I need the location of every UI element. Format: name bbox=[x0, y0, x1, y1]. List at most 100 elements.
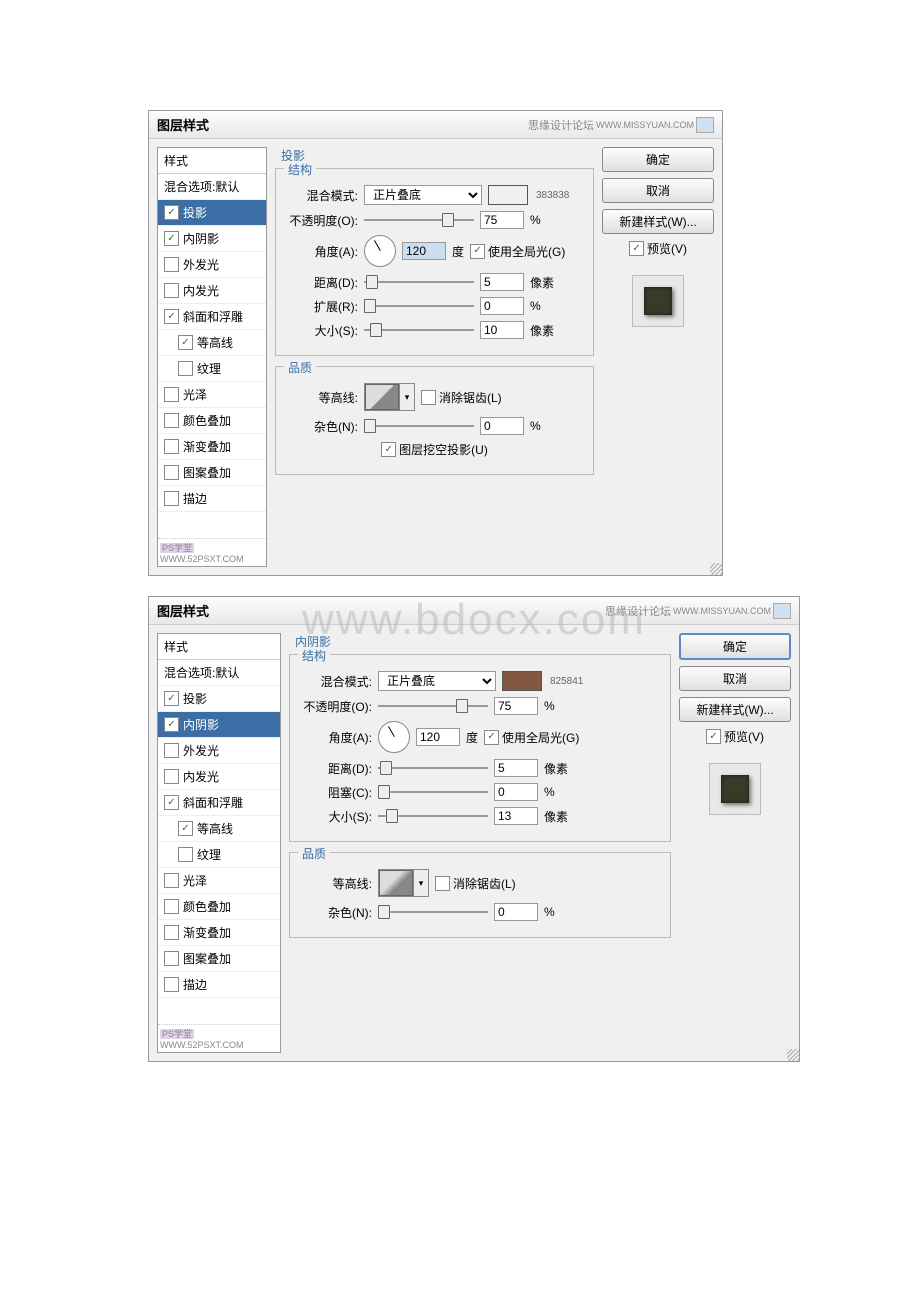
style-item-outer-glow[interactable]: 外发光 bbox=[158, 738, 280, 764]
layer-style-dialog-2: 图层样式 思缘设计论坛 WWW.MISSYUAN.COM www.bdocx.c… bbox=[148, 596, 800, 1062]
style-item-inner-shadow[interactable]: 内阴影 bbox=[158, 712, 280, 738]
color-swatch[interactable] bbox=[502, 671, 542, 691]
style-item-drop-shadow[interactable]: 投影 bbox=[158, 686, 280, 712]
style-item-drop-shadow[interactable]: 投影 bbox=[158, 200, 266, 226]
resize-grip[interactable] bbox=[710, 563, 722, 575]
size-slider[interactable] bbox=[364, 323, 474, 337]
style-item-color-overlay[interactable]: 颜色叠加 bbox=[158, 408, 266, 434]
opacity-input[interactable] bbox=[480, 211, 524, 229]
spread-slider[interactable] bbox=[364, 299, 474, 313]
cancel-button[interactable]: 取消 bbox=[679, 666, 791, 691]
checkbox-icon[interactable] bbox=[164, 491, 179, 506]
opacity-slider[interactable] bbox=[378, 699, 488, 713]
distance-slider[interactable] bbox=[364, 275, 474, 289]
checkbox-icon[interactable] bbox=[164, 743, 179, 758]
checkbox-icon[interactable] bbox=[164, 283, 179, 298]
checkbox-icon[interactable] bbox=[164, 717, 179, 732]
preview-checkbox[interactable]: 预览(V) bbox=[602, 240, 714, 257]
knockout-checkbox[interactable]: 图层挖空投影(U) bbox=[381, 441, 488, 458]
blending-options-default[interactable]: 混合选项:默认 bbox=[158, 174, 266, 200]
style-item-gradient-overlay[interactable]: 渐变叠加 bbox=[158, 920, 280, 946]
checkbox-icon[interactable] bbox=[178, 821, 193, 836]
checkbox-icon[interactable] bbox=[164, 769, 179, 784]
style-item-contour[interactable]: 等高线 bbox=[158, 330, 266, 356]
angle-input[interactable] bbox=[402, 242, 446, 260]
noise-slider[interactable] bbox=[378, 905, 488, 919]
checkbox-icon[interactable] bbox=[164, 951, 179, 966]
new-style-button[interactable]: 新建样式(W)... bbox=[679, 697, 791, 722]
style-item-texture[interactable]: 纹理 bbox=[158, 842, 280, 868]
style-item-inner-shadow[interactable]: 内阴影 bbox=[158, 226, 266, 252]
checkbox-icon[interactable] bbox=[164, 205, 179, 220]
blend-mode-select[interactable]: 正片叠底 bbox=[378, 671, 496, 691]
use-global-light-checkbox[interactable]: 使用全局光(G) bbox=[484, 729, 579, 746]
use-global-light-checkbox[interactable]: 使用全局光(G) bbox=[470, 243, 565, 260]
size-input[interactable] bbox=[480, 321, 524, 339]
antialias-checkbox[interactable]: 消除锯齿(L) bbox=[421, 389, 502, 406]
style-item-bevel-emboss[interactable]: 斜面和浮雕 bbox=[158, 790, 280, 816]
checkbox-icon[interactable] bbox=[178, 361, 193, 376]
action-buttons: 确定 取消 新建样式(W)... 预览(V) bbox=[679, 633, 791, 1053]
style-item-stroke[interactable]: 描边 bbox=[158, 486, 266, 512]
spread-input[interactable] bbox=[480, 297, 524, 315]
checkbox-icon[interactable] bbox=[164, 873, 179, 888]
contour-picker[interactable]: ▾ bbox=[378, 869, 429, 897]
size-slider[interactable] bbox=[378, 809, 488, 823]
style-item-gradient-overlay[interactable]: 渐变叠加 bbox=[158, 434, 266, 460]
size-input[interactable] bbox=[494, 807, 538, 825]
angle-input[interactable] bbox=[416, 728, 460, 746]
noise-input[interactable] bbox=[494, 903, 538, 921]
distance-input[interactable] bbox=[494, 759, 538, 777]
checkbox-icon[interactable] bbox=[164, 413, 179, 428]
distance-input[interactable] bbox=[480, 273, 524, 291]
angle-label: 角度(A): bbox=[286, 243, 358, 260]
style-item-satin[interactable]: 光泽 bbox=[158, 868, 280, 894]
angle-dial[interactable] bbox=[378, 721, 410, 753]
style-item-pattern-overlay[interactable]: 图案叠加 bbox=[158, 946, 280, 972]
watermark-top: 思缘设计论坛 WWW.MISSYUAN.COM bbox=[605, 603, 791, 619]
choke-input[interactable] bbox=[494, 783, 538, 801]
style-item-satin[interactable]: 光泽 bbox=[158, 382, 266, 408]
checkbox-icon[interactable] bbox=[164, 309, 179, 324]
contour-picker[interactable]: ▾ bbox=[364, 383, 415, 411]
checkbox-icon[interactable] bbox=[164, 387, 179, 402]
cancel-button[interactable]: 取消 bbox=[602, 178, 714, 203]
distance-slider[interactable] bbox=[378, 761, 488, 775]
checkbox-icon[interactable] bbox=[164, 899, 179, 914]
style-item-stroke[interactable]: 描边 bbox=[158, 972, 280, 998]
style-item-outer-glow[interactable]: 外发光 bbox=[158, 252, 266, 278]
checkbox-icon[interactable] bbox=[164, 925, 179, 940]
checkbox-icon[interactable] bbox=[164, 439, 179, 454]
checkbox-icon[interactable] bbox=[164, 231, 179, 246]
opacity-slider[interactable] bbox=[364, 213, 474, 227]
style-item-pattern-overlay[interactable]: 图案叠加 bbox=[158, 460, 266, 486]
blend-mode-select[interactable]: 正片叠底 bbox=[364, 185, 482, 205]
style-item-color-overlay[interactable]: 颜色叠加 bbox=[158, 894, 280, 920]
choke-slider[interactable] bbox=[378, 785, 488, 799]
checkbox-icon[interactable] bbox=[178, 335, 193, 350]
opacity-input[interactable] bbox=[494, 697, 538, 715]
style-item-inner-glow[interactable]: 内发光 bbox=[158, 764, 280, 790]
style-item-contour[interactable]: 等高线 bbox=[158, 816, 280, 842]
resize-grip[interactable] bbox=[787, 1049, 799, 1061]
checkbox-icon[interactable] bbox=[178, 847, 193, 862]
checkbox-icon[interactable] bbox=[164, 795, 179, 810]
checkbox-icon[interactable] bbox=[164, 257, 179, 272]
noise-input[interactable] bbox=[480, 417, 524, 435]
style-item-bevel-emboss[interactable]: 斜面和浮雕 bbox=[158, 304, 266, 330]
checkbox-icon[interactable] bbox=[164, 691, 179, 706]
angle-dial[interactable] bbox=[364, 235, 396, 267]
ok-button[interactable]: 确定 bbox=[602, 147, 714, 172]
blending-options-default[interactable]: 混合选项:默认 bbox=[158, 660, 280, 686]
checkbox-icon[interactable] bbox=[164, 977, 179, 992]
style-item-texture[interactable]: 纹理 bbox=[158, 356, 266, 382]
antialias-checkbox[interactable]: 消除锯齿(L) bbox=[435, 875, 516, 892]
noise-slider[interactable] bbox=[364, 419, 474, 433]
color-swatch[interactable] bbox=[488, 185, 528, 205]
ok-button[interactable]: 确定 bbox=[679, 633, 791, 660]
new-style-button[interactable]: 新建样式(W)... bbox=[602, 209, 714, 234]
style-item-inner-glow[interactable]: 内发光 bbox=[158, 278, 266, 304]
preview-checkbox[interactable]: 预览(V) bbox=[679, 728, 791, 745]
checkbox-icon[interactable] bbox=[164, 465, 179, 480]
preview-area bbox=[602, 275, 714, 327]
